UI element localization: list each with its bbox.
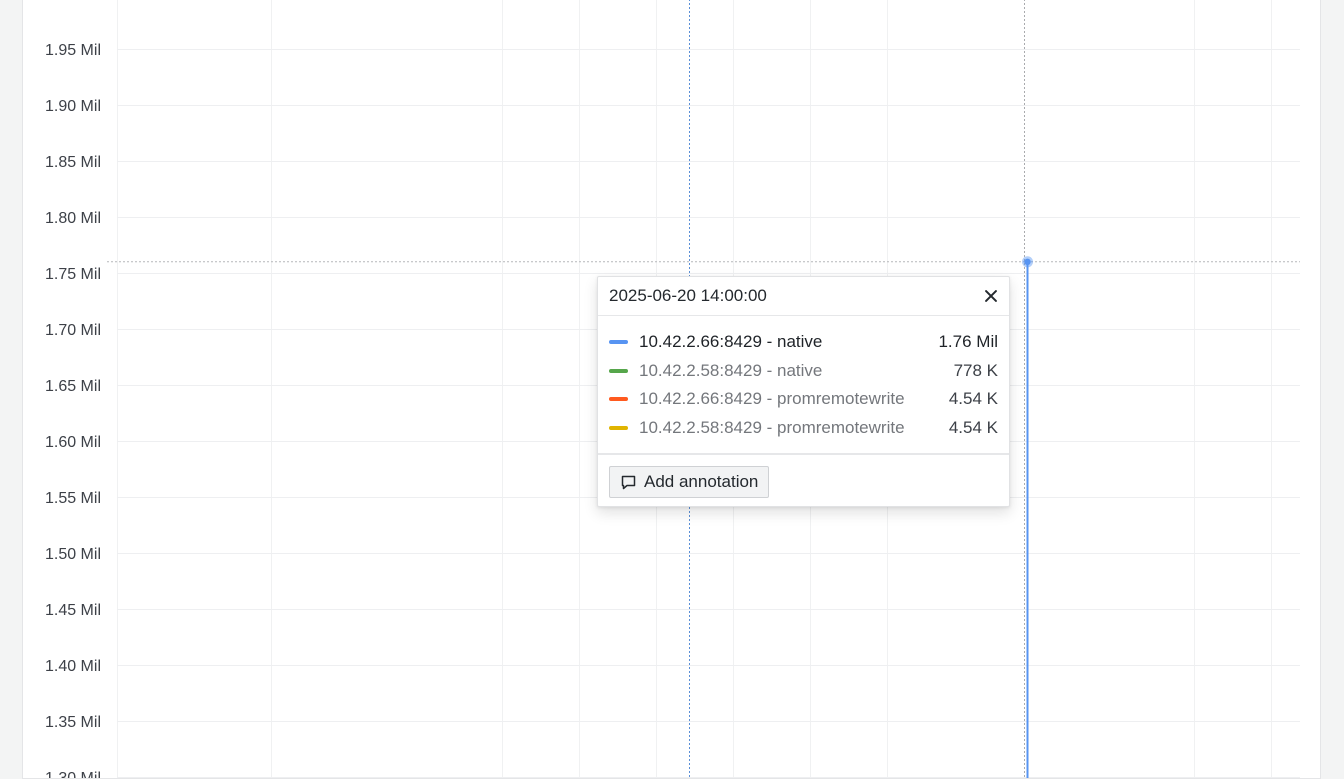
comment-icon xyxy=(621,475,636,489)
hover-tooltip: 2025-06-20 14:00:00 10.42.2.66:8429 - na… xyxy=(597,276,1010,507)
y-tick-label: 1.30 Mil xyxy=(45,770,101,779)
y-tick-label: 1.75 Mil xyxy=(45,266,101,283)
y-tick-label: 1.40 Mil xyxy=(45,658,101,675)
series-name: 10.42.2.66:8429 - native xyxy=(639,332,823,352)
y-tick-label: 1.50 Mil xyxy=(45,546,101,563)
tooltip-timestamp: 2025-06-20 14:00:00 xyxy=(609,286,767,305)
close-icon[interactable] xyxy=(984,289,998,303)
series-name: 10.42.2.66:8429 - promremotewrite xyxy=(639,389,905,409)
series-value: 778 K xyxy=(953,360,998,380)
tooltip-series-list: 10.42.2.66:8429 - native 1.76 Mil 10.42.… xyxy=(598,316,1009,455)
add-annotation-label: Add annotation xyxy=(644,472,759,491)
y-tick-label: 1.65 Mil xyxy=(45,378,101,395)
chart-panel: 1.95 Mil 1.90 Mil 1.85 Mil 1.80 Mil 1.75 Mil… xyxy=(22,0,1321,779)
y-tick-label: 1.95 Mil xyxy=(45,42,101,59)
y-tick-label: 1.70 Mil xyxy=(45,322,101,339)
tooltip-row[interactable]: 10.42.2.58:8429 - native 778 K xyxy=(609,357,998,386)
y-tick-label: 1.35 Mil xyxy=(45,714,101,731)
series-name: 10.42.2.58:8429 - promremotewrite xyxy=(639,417,905,437)
tooltip-footer: Add annotation xyxy=(598,455,1009,509)
series-color-swatch xyxy=(609,425,628,430)
y-tick-label: 1.45 Mil xyxy=(45,602,101,619)
series-value: 4.54 K xyxy=(948,389,998,409)
hover-point xyxy=(1024,258,1031,265)
series-color-swatch xyxy=(609,340,628,345)
y-tick-label: 1.90 Mil xyxy=(45,98,101,115)
series-name: 10.42.2.58:8429 - native xyxy=(639,360,823,380)
series-value: 1.76 Mil xyxy=(938,332,998,352)
y-tick-label: 1.80 Mil xyxy=(45,210,101,227)
tooltip-header: 2025-06-20 14:00:00 xyxy=(598,277,1009,316)
series-color-swatch xyxy=(609,368,628,373)
series-value: 4.54 K xyxy=(948,417,998,437)
add-annotation-button[interactable]: Add annotation xyxy=(609,466,770,498)
y-tick-label: 1.55 Mil xyxy=(45,490,101,507)
tooltip-row[interactable]: 10.42.2.66:8429 - native 1.76 Mil xyxy=(609,328,998,357)
series-color-swatch xyxy=(609,397,628,402)
y-tick-label: 1.85 Mil xyxy=(45,154,101,171)
y-tick-label: 1.60 Mil xyxy=(45,434,101,451)
tooltip-row[interactable]: 10.42.2.66:8429 - promremotewrite 4.54 K xyxy=(609,385,998,414)
tooltip-row[interactable]: 10.42.2.58:8429 - promremotewrite 4.54 K xyxy=(609,414,998,443)
